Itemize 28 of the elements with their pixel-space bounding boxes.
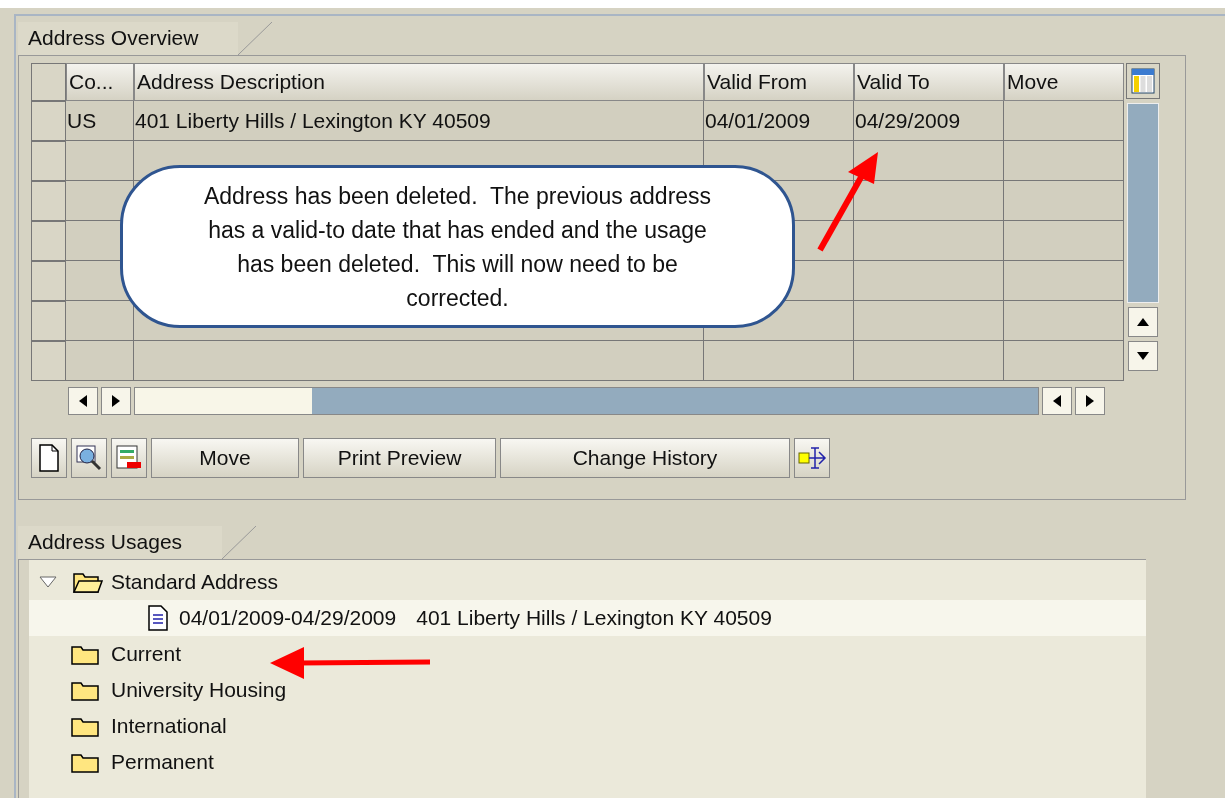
column-header[interactable]: Address Description (134, 63, 704, 101)
tree-row[interactable]: Permanent (29, 744, 1146, 780)
tree-label: International (111, 713, 227, 740)
tree-label: 04/01/2009-04/29/2009 (179, 605, 397, 632)
column-header[interactable]: Co... (66, 63, 134, 101)
column-header[interactable]: Valid From (704, 63, 854, 101)
section-title: Address Overview (18, 22, 239, 55)
table-cell: 401 Liberty Hills / Lexington KY 40509 (134, 101, 704, 141)
tree-label: Current (111, 641, 182, 668)
tree-row[interactable]: Current (29, 636, 1146, 672)
table-cell: 04/01/2009 (704, 101, 854, 141)
tree-row[interactable]: International (29, 708, 1146, 744)
table-cell: US (66, 101, 134, 141)
column-header[interactable]: Valid To (854, 63, 1004, 101)
tree-row[interactable]: Standard Address (29, 564, 1146, 600)
tree-label: Standard Address (111, 569, 278, 596)
toolbar-button[interactable]: Change History (500, 438, 790, 478)
column-header[interactable]: Move (1004, 63, 1124, 101)
tree-label: University Housing (111, 677, 287, 704)
toolbar-button[interactable]: Print Preview (303, 438, 496, 478)
table-cell: 04/29/2009 (854, 101, 1004, 141)
tree-row[interactable]: University Housing (29, 672, 1146, 708)
tree-label: Permanent (111, 749, 214, 776)
section-title: Address Usages (18, 526, 223, 559)
callout-bubble: Address has been deleted. The previous address has a valid-to date that has ended and the usage has been deleted. This will now need to be corrected. (120, 165, 795, 328)
tree-row[interactable]: 04/01/2009-04/29/2009 401 Liberty Hills / Lexington KY 40509 (29, 600, 1146, 636)
toolbar-button[interactable]: Move (151, 438, 299, 478)
tree-label: 401 Liberty Hills / Lexington KY 40509 (416, 605, 772, 632)
